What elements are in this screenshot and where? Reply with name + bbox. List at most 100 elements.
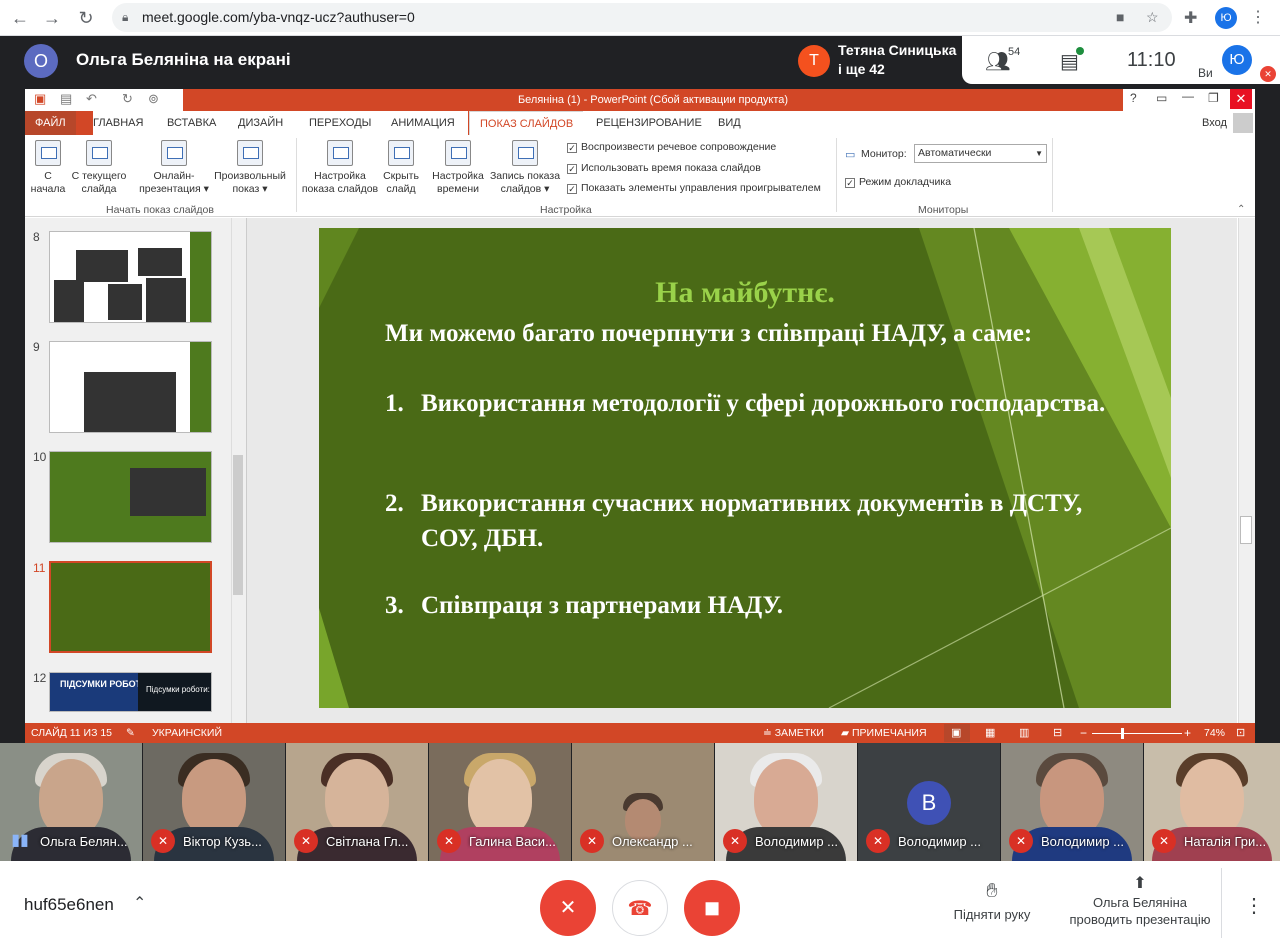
- thumb-number: 9: [33, 340, 40, 354]
- notes-button[interactable]: ≐ ЗАМЕТКИ: [763, 723, 824, 743]
- proofing-icon[interactable]: ✎: [126, 723, 135, 743]
- record-button[interactable]: Запись показа слайдов ▾: [488, 140, 562, 196]
- self-avatar[interactable]: Ю: [1222, 45, 1252, 75]
- restore-icon[interactable]: ❐: [1208, 91, 1219, 105]
- ribbon-display-icon[interactable]: ▭: [1156, 91, 1167, 105]
- zoom-level[interactable]: 74%: [1204, 723, 1225, 743]
- participant-name: Ольга Белян...: [40, 834, 128, 849]
- mic-toggle-button[interactable]: ✕: [540, 880, 596, 936]
- slide-thumbnail[interactable]: [49, 451, 212, 543]
- normal-view-icon[interactable]: ▣: [951, 723, 961, 743]
- current-slide[interactable]: На майбутнє. Ми можемо багато почерпнути…: [319, 228, 1171, 708]
- participant-tile[interactable]: ✕ Володимир ...: [715, 743, 857, 861]
- close-icon[interactable]: ✕: [1230, 89, 1252, 109]
- participant-tile[interactable]: В ✕ Володимир ...: [858, 743, 1000, 861]
- tab-insert[interactable]: ВСТАВКА: [167, 111, 216, 135]
- zoom-slider[interactable]: [1092, 733, 1182, 734]
- address-bar[interactable]: 🔒︎ meet.google.com/yba-vnqz-ucz?authuser…: [112, 3, 1172, 32]
- presentation-button[interactable]: ⬆ Ольга Беляніна проводить презентацію: [1060, 875, 1220, 928]
- participant-tile[interactable]: ✕ Наталія Гри...: [1144, 743, 1280, 861]
- redo-icon[interactable]: ↻: [122, 91, 133, 107]
- chevron-up-icon[interactable]: ⌃: [133, 893, 146, 913]
- monitor-icon: ▭: [845, 149, 856, 161]
- tab-file[interactable]: ФАЙЛ: [25, 111, 76, 135]
- chrome-menu-icon[interactable]: ⋮: [1250, 7, 1266, 27]
- clock-time: 11:10: [1127, 49, 1176, 71]
- participant-tile[interactable]: ✕ Олександр ...: [572, 743, 714, 861]
- back-icon[interactable]: ←: [8, 6, 32, 30]
- profile-avatar[interactable]: Ю: [1215, 7, 1237, 29]
- extensions-icon[interactable]: ✚: [1184, 8, 1197, 28]
- thumbnails-scroll-thumb[interactable]: [233, 455, 243, 595]
- tab-review[interactable]: РЕЦЕНЗИРОВАНИЕ: [596, 111, 702, 135]
- people-icon[interactable]: 👥︎: [985, 49, 1010, 74]
- comments-button[interactable]: ▰ ПРИМЕЧАНИЯ: [841, 723, 927, 743]
- thumb-number: 8: [33, 230, 40, 244]
- sorter-view-icon[interactable]: ▦: [985, 723, 995, 743]
- reload-icon[interactable]: ↻: [74, 6, 98, 30]
- mic-off-icon: ✕: [1009, 829, 1033, 853]
- slideshow-qat-icon[interactable]: ⊚: [148, 91, 159, 107]
- reading-view-icon[interactable]: ▥: [1019, 723, 1029, 743]
- from-start-label: С начала: [30, 170, 66, 195]
- slide-thumbnail[interactable]: [49, 341, 212, 433]
- setup-show-button[interactable]: Настройка показа слайдов: [300, 140, 380, 196]
- participant-tile[interactable]: ✕ Віктор Кузь...: [143, 743, 285, 861]
- from-current-label: С текущего слайда: [71, 170, 127, 195]
- help-icon[interactable]: ?: [1130, 91, 1137, 105]
- tab-transitions[interactable]: ПЕРЕХОДЫ: [309, 111, 371, 135]
- language-label[interactable]: УКРАИНСКИЙ: [152, 723, 222, 743]
- undo-icon[interactable]: ↶: [86, 91, 97, 107]
- more-options-icon[interactable]: ⋮: [1244, 893, 1264, 918]
- hangup-icon: ☎: [627, 898, 653, 920]
- timings-checkbox[interactable]: ✓ Использовать время показа слайдов: [567, 162, 761, 174]
- tab-view[interactable]: ВИД: [718, 111, 741, 135]
- participant-tile[interactable]: ✕ Галина Васи...: [429, 743, 571, 861]
- online-button[interactable]: Онлайн-презентация ▾: [138, 140, 210, 196]
- from-start-button[interactable]: С начала: [30, 140, 66, 196]
- hide-label: Скрыть слайд: [383, 170, 419, 195]
- mic-off-icon: ✕: [437, 829, 461, 853]
- raise-hand-button[interactable]: ✋︎ Підняти руку: [940, 880, 1044, 922]
- zoom-slider-thumb[interactable]: [1121, 728, 1124, 739]
- tab-home[interactable]: ГЛАВНАЯ: [93, 111, 143, 135]
- from-current-button[interactable]: С текущего слайда: [68, 140, 130, 196]
- leave-call-button[interactable]: ☎: [612, 880, 668, 936]
- signin-link[interactable]: Вход: [1202, 111, 1227, 135]
- bookmark-star-icon[interactable]: ☆: [1146, 3, 1159, 32]
- slide-thumbnail[interactable]: [49, 231, 212, 323]
- rehearse-button[interactable]: Настройка времени: [428, 140, 488, 196]
- presenting-line1: Ольга Беляніна: [1092, 895, 1188, 910]
- tab-design[interactable]: ДИЗАЙН: [238, 111, 283, 135]
- hide-slide-button[interactable]: Скрыть слайд: [380, 140, 422, 196]
- participant-tile[interactable]: ✕ Володимир ...: [1001, 743, 1143, 861]
- minimize-icon[interactable]: —: [1182, 89, 1194, 103]
- zoom-out-icon[interactable]: −: [1080, 723, 1087, 743]
- narration-checkbox[interactable]: ✓ Воспроизвести речевое сопровождение: [567, 141, 776, 153]
- monitor-select[interactable]: Автоматически ▼: [914, 144, 1047, 163]
- mic-off-icon: ✕: [1152, 829, 1176, 853]
- fit-slide-icon[interactable]: ⊡: [1236, 723, 1245, 743]
- save-icon[interactable]: ▤: [60, 91, 72, 107]
- camera-toggle-button[interactable]: ◼: [684, 880, 740, 936]
- editor-scrollbar[interactable]: [1238, 218, 1255, 723]
- collapse-ribbon-icon[interactable]: ⌃: [1237, 204, 1245, 215]
- tab-slideshow[interactable]: ПОКАЗ СЛАЙДОВ: [469, 111, 585, 135]
- editor-scroll-thumb[interactable]: [1240, 516, 1252, 544]
- slideshow-view-icon[interactable]: ⊟: [1053, 723, 1062, 743]
- media-controls-checkbox[interactable]: ✓ Показать элементы управления проигрыват…: [567, 182, 821, 194]
- meeting-code[interactable]: huf65e6nen: [24, 895, 114, 915]
- camera-icon[interactable]: ■: [1116, 3, 1124, 32]
- zoom-in-icon[interactable]: +: [1184, 723, 1191, 743]
- slide-thumbnail-active[interactable]: [49, 561, 212, 653]
- participant-tile[interactable]: ▮▮ Ольга Белян...: [0, 743, 142, 861]
- tab-animations[interactable]: АНИМАЦИЯ: [391, 111, 455, 135]
- participant-name: Володимир ...: [755, 834, 839, 849]
- custom-show-button[interactable]: Произвольный показ ▾: [210, 140, 290, 196]
- participant-avatar: В: [907, 781, 951, 825]
- presenter-view-checkbox[interactable]: ✓ Режим докладчика: [845, 176, 951, 188]
- speaker-info: Тетяна Синицька і ще 42: [838, 41, 956, 79]
- forward-icon[interactable]: →: [40, 6, 64, 30]
- participant-tile[interactable]: ✕ Світлана Гл...: [286, 743, 428, 861]
- slide-thumbnail[interactable]: ПІДСУМКИ РОБОТИ Підсумки роботи:: [49, 672, 212, 712]
